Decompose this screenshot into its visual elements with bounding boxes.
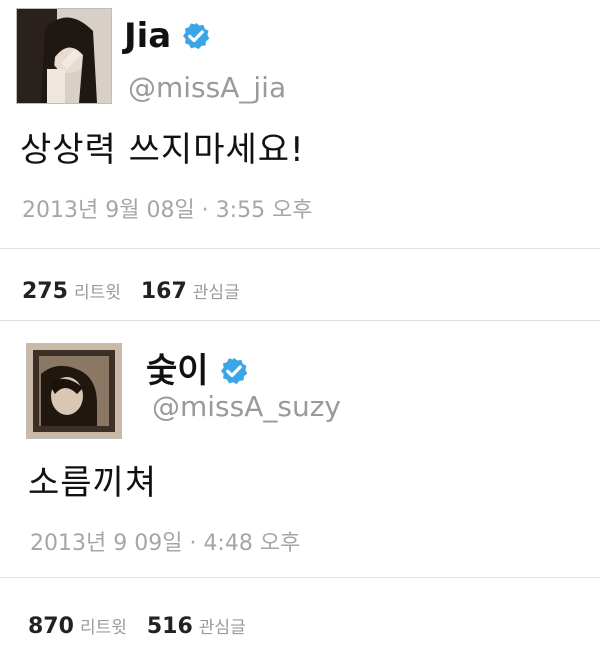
favorite-count[interactable]: 516 bbox=[147, 614, 193, 639]
user-handle[interactable]: @missA_jia bbox=[128, 70, 286, 106]
tweet-text: 소름끼쳐 bbox=[28, 463, 158, 503]
retweet-label[interactable]: 리트윗 bbox=[80, 613, 127, 638]
avatar[interactable] bbox=[16, 8, 112, 104]
profile-photo-icon bbox=[27, 344, 121, 438]
verified-badge-icon bbox=[220, 357, 247, 385]
tweet-stats: 870 리트윗 516 관심글 bbox=[28, 613, 266, 639]
divider bbox=[0, 248, 600, 249]
favorite-label[interactable]: 관심글 bbox=[193, 278, 240, 303]
tweet-timestamp[interactable]: 2013년 9 09일 · 4:48 오후 bbox=[30, 529, 300, 559]
display-name[interactable]: Jia bbox=[124, 14, 171, 58]
tweet-stats: 275 리트윗 167 관심글 bbox=[22, 278, 260, 304]
retweet-label[interactable]: 리트윗 bbox=[74, 278, 121, 303]
profile-photo-icon bbox=[17, 9, 111, 103]
user-handle[interactable]: @missA_suzy bbox=[152, 389, 341, 425]
favorite-label[interactable]: 관심글 bbox=[199, 613, 246, 638]
tweet-card[interactable]: Jia @missA_jia 상상력 쓰지마세요! 2013년 9월 08일 ·… bbox=[0, 0, 600, 320]
tweet-card[interactable]: 숯이 @missA_suzy 소름끼쳐 2013년 9 09일 · 4:48 오… bbox=[0, 320, 600, 660]
tweet-text: 상상력 쓰지마세요! bbox=[20, 130, 305, 170]
avatar[interactable] bbox=[26, 343, 122, 439]
display-name[interactable]: 숯이 bbox=[146, 349, 209, 393]
verified-badge-icon bbox=[183, 22, 210, 50]
divider bbox=[0, 577, 600, 578]
retweet-count[interactable]: 870 bbox=[28, 614, 74, 639]
author-row: Jia bbox=[124, 14, 211, 58]
author-row: 숯이 bbox=[146, 349, 249, 393]
favorite-count[interactable]: 167 bbox=[141, 279, 187, 304]
tweet-timestamp[interactable]: 2013년 9월 08일 · 3:55 오후 bbox=[22, 196, 313, 226]
retweet-count[interactable]: 275 bbox=[22, 279, 68, 304]
